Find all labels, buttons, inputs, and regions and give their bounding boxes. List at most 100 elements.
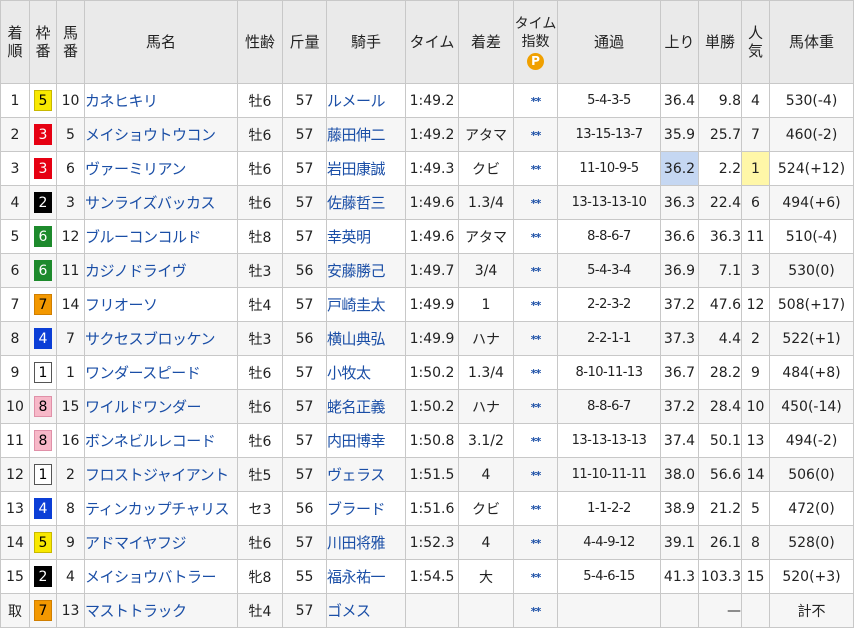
horse-name-link[interactable]: ワンダースピード xyxy=(86,364,201,382)
header-passing[interactable]: 通過 xyxy=(557,0,661,84)
weight-cell: 57 xyxy=(282,83,327,118)
odds-cell: 22.4 xyxy=(698,185,742,220)
horse-name-link[interactable]: ボンネビルレコード xyxy=(86,432,216,450)
jockey-name-link[interactable]: 幸英明 xyxy=(328,228,372,246)
index-cell: ** xyxy=(513,355,558,390)
header-time[interactable]: タイム xyxy=(405,0,459,84)
jockey-name-link[interactable]: 佐藤哲三 xyxy=(328,194,386,212)
jockey-name-link[interactable]: ヴェラス xyxy=(328,466,386,484)
table-row: 13 4 8 ティンカップチャリス セ3 56 ブラード 1:51.6 クビ *… xyxy=(0,491,854,526)
jockey-name-link[interactable]: ブラード xyxy=(328,500,386,518)
rank-cell: 1 xyxy=(0,83,30,118)
odds-cell: 47.6 xyxy=(698,287,742,322)
time-index-link[interactable]: ** xyxy=(531,333,541,346)
weight-cell: 56 xyxy=(282,321,327,356)
waku-cell: 4 xyxy=(29,491,57,526)
header-margin[interactable]: 着差 xyxy=(458,0,514,84)
odds-cell: 2.2 xyxy=(698,151,742,186)
horse-name-link[interactable]: フリオーソ xyxy=(86,296,159,314)
agari-cell: 37.2 xyxy=(660,389,699,424)
sexage-cell: 牡6 xyxy=(237,355,283,390)
header-sexage[interactable]: 性齢 xyxy=(237,0,283,84)
horse-name-link[interactable]: サンライズバッカス xyxy=(86,194,216,212)
time-index-link[interactable]: ** xyxy=(531,435,541,448)
jockey-name-link[interactable]: 戸崎圭太 xyxy=(328,296,386,314)
waku-badge: 2 xyxy=(34,566,52,587)
index-cell: ** xyxy=(513,525,558,560)
odds-cell: 50.1 xyxy=(698,423,742,458)
time-index-link[interactable]: ** xyxy=(531,401,541,414)
horse-name-link[interactable]: ヴァーミリアン xyxy=(86,160,187,178)
header-pop[interactable]: 人気 xyxy=(741,0,770,84)
horse-name-link[interactable]: アドマイヤフジ xyxy=(86,534,187,552)
time-index-link[interactable]: ** xyxy=(531,265,541,278)
header-horse[interactable]: 馬名 xyxy=(84,0,238,84)
time-index-link[interactable]: ** xyxy=(531,537,541,550)
time-index-link[interactable]: ** xyxy=(531,197,541,210)
sexage-cell: 牡6 xyxy=(237,151,283,186)
horse-cell: サンライズバッカス xyxy=(84,185,238,220)
sexage-cell: 牡6 xyxy=(237,423,283,458)
jockey-name-link[interactable]: 藤田伸二 xyxy=(328,126,386,144)
index-cell: ** xyxy=(513,389,558,424)
jockey-name-link[interactable]: 横山典弘 xyxy=(328,330,386,348)
jockey-name-link[interactable]: ゴメス xyxy=(328,602,372,620)
odds-cell: 28.2 xyxy=(698,355,742,390)
horse-name-link[interactable]: フロストジャイアント xyxy=(86,466,230,484)
header-odds[interactable]: 単勝 xyxy=(698,0,742,84)
horse-name-link[interactable]: ブルーコンコルド xyxy=(86,228,202,246)
jockey-name-link[interactable]: 岩田康誠 xyxy=(328,160,386,178)
horse-name-link[interactable]: マストトラック xyxy=(86,602,188,620)
time-index-link[interactable]: ** xyxy=(531,95,541,108)
premium-p-icon[interactable]: P xyxy=(527,52,544,70)
time-index-link[interactable]: ** xyxy=(531,367,541,380)
horse-name-link[interactable]: メイショウバトラー xyxy=(86,568,217,586)
time-index-link[interactable]: ** xyxy=(531,469,541,482)
jockey-name-link[interactable]: 蛯名正義 xyxy=(328,398,386,416)
horse-name-link[interactable]: サクセスブロッケン xyxy=(86,330,216,348)
bodyweight-cell: 472(0) xyxy=(769,491,854,526)
time-index-link[interactable]: ** xyxy=(531,605,541,618)
horse-cell: カジノドライヴ xyxy=(84,253,238,288)
time-index-link[interactable]: ** xyxy=(531,503,541,516)
horse-name-link[interactable]: ワイルドワンダー xyxy=(86,398,202,416)
horse-cell: フリオーソ xyxy=(84,287,238,322)
waku-cell: 3 xyxy=(29,151,57,186)
index-cell: ** xyxy=(513,559,558,594)
header-index[interactable]: タイム 指数 P xyxy=(513,0,558,84)
jockey-name-link[interactable]: 小牧太 xyxy=(328,364,372,382)
header-umaban[interactable]: 馬番 xyxy=(56,0,85,84)
header-jockey[interactable]: 騎手 xyxy=(326,0,406,84)
header-rank[interactable]: 着順 xyxy=(0,0,30,84)
jockey-name-link[interactable]: 安藤勝己 xyxy=(328,262,386,280)
bodyweight-cell: 510(-4) xyxy=(769,219,854,254)
header-agari[interactable]: 上り xyxy=(660,0,699,84)
header-bodyweight[interactable]: 馬体重 xyxy=(769,0,854,84)
time-index-link[interactable]: ** xyxy=(531,299,541,312)
jockey-name-link[interactable]: ルメール xyxy=(328,92,386,110)
waku-cell: 8 xyxy=(29,389,57,424)
horse-name-link[interactable]: カネヒキリ xyxy=(86,92,159,110)
time-index-link[interactable]: ** xyxy=(531,129,541,142)
table-row: 1 5 10 カネヒキリ 牡6 57 ルメール 1:49.2 ** 5-4-3-… xyxy=(0,83,854,118)
jockey-name-link[interactable]: 川田将雅 xyxy=(328,534,386,552)
table-row: 9 1 1 ワンダースピード 牡6 57 小牧太 1:50.2 1.3/4 **… xyxy=(0,355,854,390)
table-row: 8 4 7 サクセスブロッケン 牡3 56 横山典弘 1:49.9 ハナ ** … xyxy=(0,321,854,356)
header-weight[interactable]: 斤量 xyxy=(282,0,327,84)
horse-name-link[interactable]: カジノドライヴ xyxy=(86,262,187,280)
time-cell: 1:50.2 xyxy=(405,389,459,424)
time-index-link[interactable]: ** xyxy=(531,163,541,176)
jockey-name-link[interactable]: 内田博幸 xyxy=(328,432,386,450)
index-cell: ** xyxy=(513,83,558,118)
waku-badge: 5 xyxy=(34,532,52,553)
header-waku[interactable]: 枠番 xyxy=(29,0,57,84)
time-index-link[interactable]: ** xyxy=(531,571,541,584)
horse-cell: ティンカップチャリス xyxy=(84,491,238,526)
horse-name-link[interactable]: メイショウトウコン xyxy=(86,126,217,144)
passing-cell: 8-8-6-7 xyxy=(557,219,661,254)
passing-cell: 4-4-9-12 xyxy=(557,525,661,560)
margin-cell: アタマ xyxy=(458,117,514,152)
horse-name-link[interactable]: ティンカップチャリス xyxy=(86,500,230,518)
time-index-link[interactable]: ** xyxy=(531,231,541,244)
jockey-name-link[interactable]: 福永祐一 xyxy=(328,568,386,586)
